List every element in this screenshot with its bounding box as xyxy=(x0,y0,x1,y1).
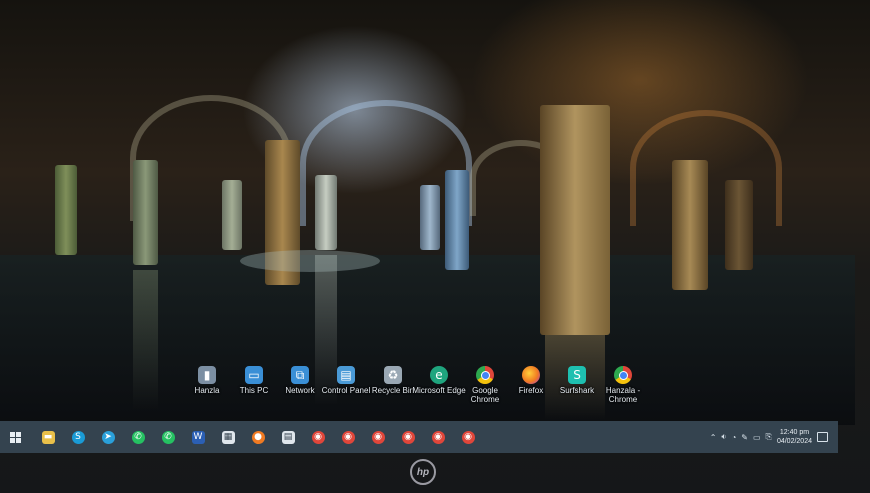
surfshark-icon: S xyxy=(568,366,586,384)
taskbar-app-button[interactable]: ◉ xyxy=(363,421,393,453)
chrome-icon: ◉ xyxy=(461,430,475,444)
chrome-profile-icon xyxy=(614,366,632,384)
notifications-icon[interactable] xyxy=(817,432,828,442)
word-icon: W xyxy=(191,430,205,444)
file-explorer-icon: ▬ xyxy=(41,430,55,444)
network-tray-icon[interactable]: ◔ xyxy=(731,433,736,442)
pen-icon[interactable]: ✎ xyxy=(741,433,748,442)
wallpaper-pillar xyxy=(420,185,440,250)
clock-time: 12:40 pm xyxy=(779,429,810,436)
taskbar-app-button[interactable]: ▤ xyxy=(273,421,303,453)
taskbar-app-button[interactable]: S xyxy=(63,421,93,453)
folder-user-icon: ▮ xyxy=(198,366,216,384)
wallpaper-water xyxy=(0,255,855,425)
control-panel-icon: ▤ xyxy=(337,366,355,384)
photo-of-monitor: ▮ Hanzla ▭ This PC ⧉ Network ▤ Control P… xyxy=(0,0,870,493)
wallpaper-pillar xyxy=(672,160,708,290)
taskbar: ▬ S ➤ ✆ ✆ W ▦ ● ▤ ◉ ◉ ◉ ◉ ◉ ◉ ⌃ 🔉︎ ◔ ✎ ▭ ⎘ 12:40 pm 04… xyxy=(0,421,838,453)
wallpaper-pillar xyxy=(222,180,242,250)
skype-icon: S xyxy=(71,430,85,444)
windows-start-icon xyxy=(9,431,21,443)
network-icon: ⧉ xyxy=(291,366,309,384)
edge-icon: e xyxy=(430,366,448,384)
taskbar-app-button[interactable]: ◉ xyxy=(333,421,363,453)
tray-clock[interactable]: 12:40 pm 04/02/2024 xyxy=(777,428,812,446)
language-icon[interactable]: ⎘ xyxy=(766,432,772,442)
wallpaper-pillar xyxy=(540,105,610,335)
start-button[interactable] xyxy=(0,421,30,453)
desktop-screen: ▮ Hanzla ▭ This PC ⧉ Network ▤ Control P… xyxy=(0,0,855,455)
telegram-icon: ➤ xyxy=(101,430,115,444)
taskbar-app-button[interactable]: ▬ xyxy=(33,421,63,453)
taskbar-app-button[interactable]: ◉ xyxy=(453,421,483,453)
chrome-icon: ◉ xyxy=(431,430,445,444)
wallpaper-pillar xyxy=(55,165,77,255)
desktop-icon-hanzala-chrome[interactable]: Hanzala - Chrome xyxy=(595,366,651,404)
chrome-icon: ◉ xyxy=(341,430,355,444)
whatsapp-icon: ✆ xyxy=(161,430,175,444)
chrome-icon: ◉ xyxy=(311,430,325,444)
chrome-icon: ◉ xyxy=(371,430,385,444)
computer-icon: ▭ xyxy=(245,366,263,384)
firefox-icon xyxy=(522,366,540,384)
taskbar-app-button[interactable]: ◉ xyxy=(393,421,423,453)
taskbar-app-button[interactable]: ✆ xyxy=(123,421,153,453)
chrome-icon: ◉ xyxy=(401,430,415,444)
wallpaper-pillar xyxy=(133,160,158,265)
hp-logo: hp xyxy=(410,459,436,485)
desktop-icon-label: Hanzala - Chrome xyxy=(605,386,641,404)
taskbar-app-button[interactable]: ✆ xyxy=(153,421,183,453)
system-tray: ⌃ 🔉︎ ◔ ✎ ▭ ⎘ 12:40 pm 04/02/2024 xyxy=(710,421,828,453)
wallpaper-pillar xyxy=(315,175,337,250)
taskbar-apps: ▬ S ➤ ✆ ✆ W ▦ ● ▤ ◉ ◉ ◉ ◉ ◉ ◉ xyxy=(33,421,483,453)
chrome-icon xyxy=(476,366,494,384)
wallpaper-pillar xyxy=(445,170,469,270)
taskbar-app-button[interactable]: ▦ xyxy=(213,421,243,453)
taskbar-app-button[interactable]: W xyxy=(183,421,213,453)
wallpaper-pillar xyxy=(725,180,753,270)
whatsapp-icon: ✆ xyxy=(131,430,145,444)
store-icon: ▦ xyxy=(221,430,235,444)
volume-icon[interactable]: 🔉︎ xyxy=(721,432,726,442)
taskbar-app-button[interactable]: ➤ xyxy=(93,421,123,453)
store-bag-icon: ▤ xyxy=(281,430,295,444)
taskbar-app-button[interactable]: ● xyxy=(243,421,273,453)
clock-date: 04/02/2024 xyxy=(776,438,812,445)
wallpaper-fountain-basin xyxy=(240,250,380,272)
taskbar-app-button[interactable]: ◉ xyxy=(423,421,453,453)
taskbar-app-button[interactable]: ◉ xyxy=(303,421,333,453)
chevron-up-icon[interactable]: ⌃ xyxy=(710,433,717,442)
wallpaper-reflection xyxy=(133,270,158,410)
firefox-icon: ● xyxy=(251,430,265,444)
battery-icon[interactable]: ▭ xyxy=(753,433,761,442)
recycle-bin-icon: ♻ xyxy=(384,366,402,384)
